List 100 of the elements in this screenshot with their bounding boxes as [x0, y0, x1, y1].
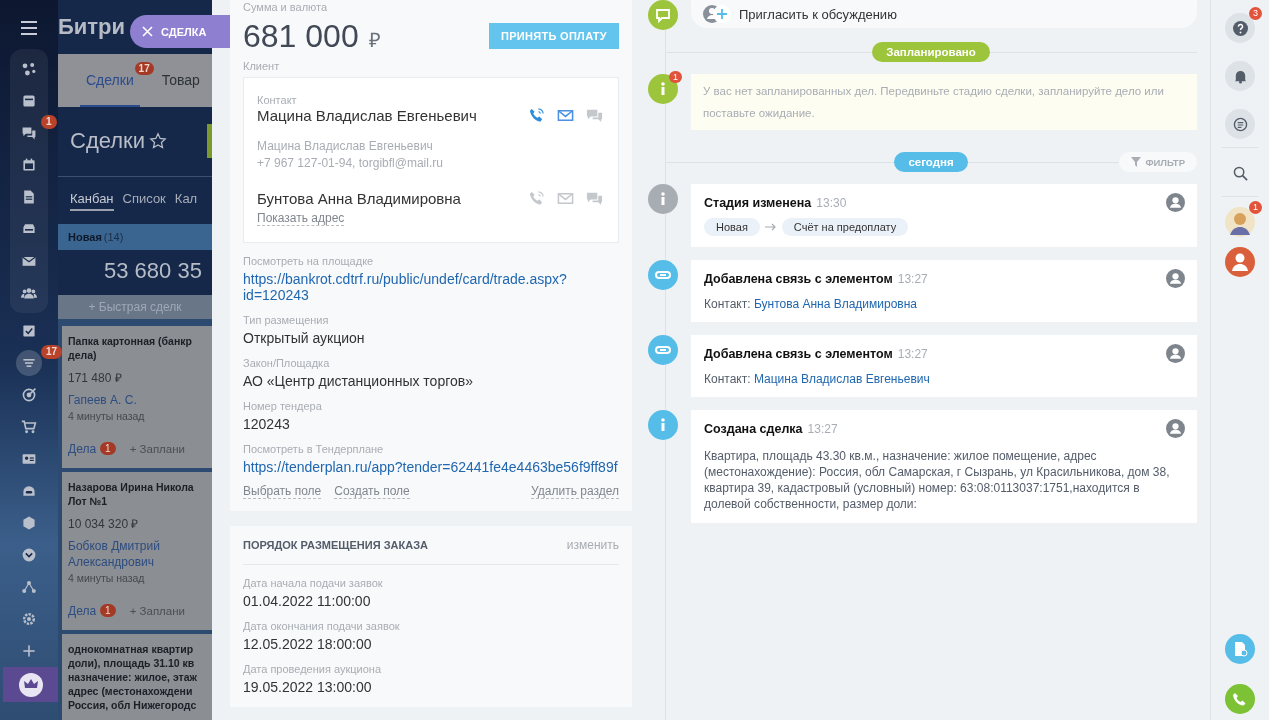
document-icon [21, 189, 37, 205]
invite-button[interactable]: Пригласить к обсуждению [691, 0, 1197, 28]
field-label: Посмотреть в Тендерплане [243, 443, 385, 456]
contact-name[interactable]: Бунтова Анна Владимировна [257, 190, 528, 207]
deal-title: доли), площадь 31.10 кв [68, 656, 195, 670]
search-icon [1232, 165, 1248, 181]
group-icon [21, 285, 37, 301]
cart-icon [21, 419, 37, 435]
event-time: 13:27 [807, 421, 838, 436]
person-link[interactable]: Гапеев А. С. [68, 392, 178, 408]
menu-icon[interactable] [21, 21, 37, 35]
close-slider-tab[interactable]: СДЕЛКА [130, 15, 230, 48]
planned-label: Запланировано [872, 42, 990, 62]
plan-link[interactable]: + Заплани [129, 443, 185, 455]
avatar[interactable] [1225, 207, 1255, 237]
deal-card[interactable]: Назарова Ирина Никола Лот №1 10 034 320 ₽ Бобков Дмитрий Александрович 4 минуты назад Дела 1 + Заплани [62, 472, 212, 630]
upgrade-button[interactable] [3, 667, 58, 702]
user-icon [1166, 193, 1185, 212]
column-total: 53 680 35 [103, 256, 203, 285]
info-icon [648, 74, 678, 104]
event-title: Добавлена связь с элементом [704, 346, 893, 361]
field-link[interactable]: https://tenderplan.ru/app?tender=62441fe4e4463be56f9ff89f [243, 459, 619, 475]
activities-link[interactable]: Дела [68, 442, 97, 456]
network-icon [21, 61, 37, 77]
filter-icon [1131, 157, 1142, 167]
user-icon [1166, 419, 1185, 438]
box-icon [21, 515, 37, 531]
event-title: Стадия изменена [704, 195, 812, 210]
deal-card[interactable]: однокомнатная квартир доли), площадь 31.10 кв назначение: жилое, этаж адрес (местонахождени Россия, обл Нижегородс [62, 634, 212, 720]
settings-icon [21, 611, 37, 627]
deal-title: однокомнатная квартир [68, 642, 194, 656]
chats-button[interactable] [1225, 109, 1255, 139]
field-value: Открытый аукцион [243, 330, 366, 346]
contact-prefix: Контакт: [704, 297, 751, 311]
checkbox-icon [21, 323, 37, 339]
chevron-down-icon [21, 547, 37, 563]
deal-title: Папка картонная (банкр [68, 334, 192, 348]
count-badge: 1 [41, 115, 57, 129]
view-tab[interactable]: Кал [174, 190, 198, 211]
chat-icon [21, 125, 37, 141]
user-avatar[interactable] [1225, 247, 1255, 277]
count-badge: 1 [100, 442, 116, 456]
star-icon[interactable] [149, 132, 167, 151]
deal-price: 171 480 ₽ [68, 370, 122, 386]
filter-button[interactable]: ФИЛЬТР [1119, 152, 1197, 172]
mail-icon[interactable] [557, 107, 574, 124]
contact-name[interactable]: Мацина Владислав Евгеньевич [257, 107, 528, 124]
page-title: Сделки [70, 128, 145, 155]
comment-icon [648, 0, 678, 30]
count-badge: 17 [41, 345, 63, 359]
help-button[interactable] [1225, 13, 1255, 43]
contact-link[interactable]: Мацина Владислав Евгеньевич [753, 372, 930, 386]
arrow-icon [764, 223, 777, 231]
count-badge: 3 [1249, 7, 1262, 20]
delete-section-link[interactable]: Удалить раздел [531, 484, 619, 499]
notifications-button[interactable] [1225, 61, 1255, 91]
field-label: Тип размещения [243, 314, 330, 327]
field-value: 120243 [243, 416, 291, 432]
view-tab[interactable]: Канбан [70, 190, 114, 211]
field-label: Клиент [243, 60, 281, 73]
field-label: Дата начала подачи заявок [243, 577, 384, 590]
event-description: Квартира, площадь 43.30 кв.м., назначение: жилое помещение, адрес (местонахождение): Россия, обл Самарская, г Сызрань, ул Красильникова, дом 38, квартира 39, кадастровый (условный) номер: 63:08:0113037:1751,находится в долевой собственности, размер доли: [704, 448, 1171, 512]
add-button[interactable] [207, 124, 212, 159]
chat-icon [1232, 116, 1248, 132]
field-value: 12.05.2022 18:00:00 [243, 636, 373, 652]
field-label: Сумма и валюта [243, 0, 329, 14]
add-user-icon [703, 3, 731, 25]
activities-link[interactable]: Дела [68, 604, 97, 618]
crm-tab[interactable]: Товар [155, 70, 206, 107]
deal-title: Россия, обл Нижегородс [68, 698, 197, 712]
newsfeed-icon [21, 93, 37, 109]
field-link[interactable]: https://bankrot.cdtrf.ru/public/undef/card/trade.aspx?id=120243 [243, 271, 569, 303]
section-title: ПОРЯДОК РАЗМЕЩЕНИЯ ЗАКАЗА [243, 539, 428, 551]
plan-link[interactable]: + Заплани [129, 605, 185, 617]
deal-card[interactable]: Папка картонная (банкр дела) 171 480 ₽ Гапеев А. С. 4 минуты назад Дела 1 + Заплани [62, 326, 212, 468]
view-tab[interactable]: Список [122, 190, 166, 211]
stage-chip: Счёт на предоплату [781, 218, 909, 236]
deal-title: Лот №1 [68, 494, 108, 508]
count-badge: 1 [1249, 201, 1262, 214]
show-address-link[interactable]: Показать адрес [257, 211, 345, 226]
crown-icon [18, 672, 43, 697]
app-title: Битри [58, 14, 126, 41]
edit-link[interactable]: изменить [566, 538, 619, 552]
field-action-link[interactable]: Выбрать поле [243, 484, 322, 499]
contact-link[interactable]: Бунтова Анна Владимировна [753, 297, 918, 311]
field-label: Дата окончания подачи заявок [243, 620, 401, 633]
contact-card-icon [21, 451, 37, 467]
count-badge: 1 [669, 71, 682, 83]
field-action-link[interactable]: Создать поле [334, 484, 410, 499]
person-link[interactable]: Бобков Дмитрий Александрович [68, 538, 178, 570]
deal-title: Назарова Ирина Никола [68, 480, 194, 494]
phone-icon[interactable] [528, 107, 545, 124]
stage-chip: Новая [704, 218, 760, 236]
count-badge: 1 [100, 604, 116, 618]
contact-detail: +7 967 127-01-94, torgibfl@mail.ru [257, 155, 444, 172]
deal-title: назначение: жилое, этаж [68, 670, 198, 684]
accept-payment-button[interactable]: ПРИНЯТЬ ОПЛАТУ [488, 23, 619, 49]
field-value: АО «Центр дистанционных торгов» [243, 373, 474, 389]
nav-item[interactable] [16, 350, 42, 376]
event-time: 13:27 [897, 271, 928, 286]
